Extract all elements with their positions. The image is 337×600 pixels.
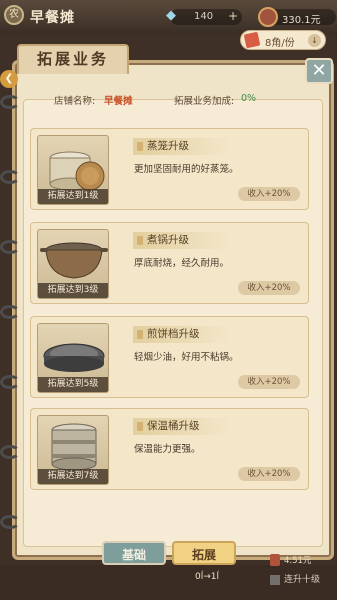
shop-name-value: 早餐摊: [104, 96, 133, 107]
checkbox-icon[interactable]: [270, 574, 280, 585]
add-gems-button[interactable]: +: [228, 9, 238, 23]
binder-ring-icon: [0, 515, 20, 529]
binder-ring-icon: [0, 445, 20, 459]
income-bonus: 收入+20%: [238, 375, 300, 389]
income-bonus: 收入+20%: [238, 187, 300, 201]
card-description: 保温能力更强。: [134, 444, 201, 455]
stall-badge[interactable]: 农: [4, 5, 24, 25]
collapse-arrow-icon[interactable]: ❮: [0, 70, 18, 88]
level-requirement: 拓展达到3级: [38, 283, 108, 298]
upgrade-card-pot[interactable]: 拓展达到3级 煮锅升级 厚底耐烧，经久耐用。 收入+20%: [30, 222, 309, 304]
card-description: 更加坚固耐用的好蒸笼。: [134, 164, 239, 175]
price-tag[interactable]: 8角/份 ↓: [240, 30, 326, 50]
level-change: 0ĺ→1ĺ: [195, 572, 219, 582]
upgrade-card-griddle[interactable]: 拓展达到5级 煎饼档升级 轻烟少油，好用不粘锅。 收入+20%: [30, 316, 309, 398]
upgrade-card-bucket[interactable]: 拓展达到7级 保温桶升级 保温能力更强。 收入+20%: [30, 408, 309, 490]
income-bonus: 收入+20%: [238, 281, 300, 295]
tab-expand[interactable]: 拓展: [172, 541, 236, 565]
price-down-icon[interactable]: ↓: [308, 34, 321, 47]
close-button[interactable]: ✕: [305, 58, 333, 84]
gem-counter: ◆ 140 +: [166, 8, 242, 25]
binder-ring-icon: [0, 240, 20, 254]
level-requirement: 拓展达到5级: [38, 377, 108, 392]
level-requirement: 拓展达到1级: [38, 189, 108, 204]
card-title: 蒸笼升级: [133, 138, 229, 155]
card-title: 保温桶升级: [133, 418, 229, 435]
binder-ring-icon: [0, 305, 20, 319]
pot-icon: 拓展达到3级: [37, 229, 109, 299]
price-value: 8角/份: [265, 38, 295, 49]
bucket-icon: 拓展达到7级: [37, 415, 109, 485]
binder-ring-icon: [0, 375, 20, 389]
bonus-label: 拓展业务加成:: [174, 96, 235, 107]
binder-ring-icon: [0, 170, 20, 184]
card-title: 煎饼档升级: [133, 326, 229, 343]
stall-name: 早餐摊: [30, 10, 75, 26]
income-bonus: 收入+20%: [238, 467, 300, 481]
panel-title: 拓展业务: [17, 44, 129, 74]
ticket-icon: [243, 31, 261, 49]
money-value: 330.1元: [282, 15, 321, 26]
diamond-icon: ◆: [166, 8, 176, 23]
shop-name-label: 店铺名称:: [54, 96, 96, 107]
cash-icon: [270, 554, 280, 566]
upgrade-cost-value: 4.51元: [284, 556, 312, 566]
upgrade-cost: 4.51元: [270, 553, 320, 567]
griddle-icon: 拓展达到5级: [37, 323, 109, 393]
ten-upgrade-label: 连升十级: [284, 575, 321, 585]
shop-info: 店铺名称: 早餐摊 拓展业务加成: 0%: [26, 88, 310, 110]
binder-ring-icon: [0, 95, 20, 109]
upgrade-card-steamer[interactable]: 拓展达到1级 蒸笼升级 更加坚固耐用的好蒸笼。 收入+20%: [30, 128, 309, 210]
card-title: 煮锅升级: [133, 232, 229, 249]
money-counter: 330.1元: [258, 7, 336, 27]
tab-basic[interactable]: 基础: [102, 541, 166, 565]
gem-value: 140: [194, 11, 214, 22]
coin-icon: [258, 7, 278, 27]
card-description: 厚底耐烧，经久耐用。: [134, 258, 230, 269]
bonus-value: 0%: [241, 93, 257, 104]
ten-upgrade-toggle[interactable]: 连升十级: [270, 572, 320, 585]
steamer-icon: 拓展达到1级: [37, 135, 109, 205]
card-description: 轻烟少油，好用不粘锅。: [134, 352, 239, 363]
top-hud: 农 早餐摊 ◆ 140 + 330.1元: [0, 0, 337, 34]
level-requirement: 拓展达到7级: [38, 469, 108, 484]
